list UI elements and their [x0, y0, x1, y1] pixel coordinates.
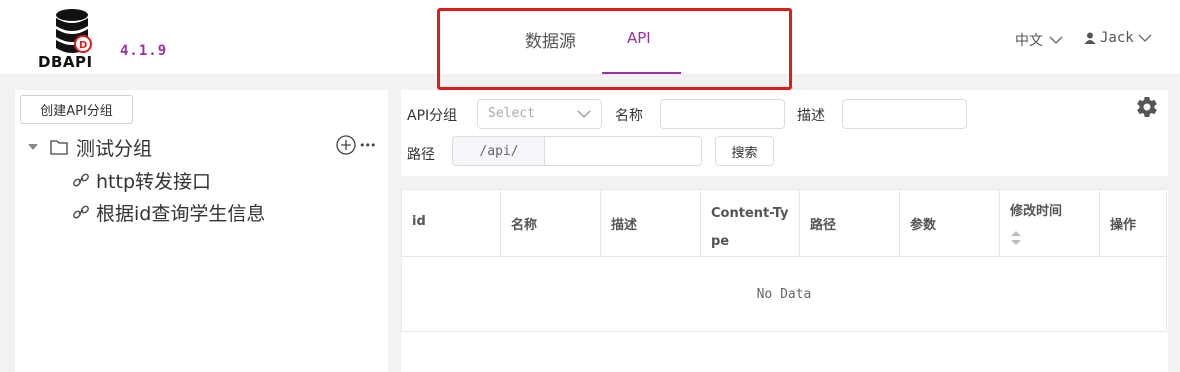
api-item-label: http转发接口: [96, 170, 212, 193]
chevron-down-icon: [1049, 36, 1063, 44]
highlight-annotation-box: [437, 8, 792, 90]
path-input[interactable]: [544, 136, 702, 166]
column-header: 路径: [800, 190, 900, 256]
add-circle-icon[interactable]: [336, 135, 356, 155]
caret-down-icon[interactable]: [28, 144, 38, 150]
table-header: id 名称 描述 Content-Type 路径 参数 修改时间 操作: [402, 190, 1166, 257]
gear-icon[interactable]: [1135, 95, 1159, 119]
api-table-panel: id 名称 描述 Content-Type 路径 参数 修改时间 操作 No D…: [401, 189, 1168, 372]
empty-state: No Data: [756, 286, 812, 302]
api-group-select[interactable]: Select: [477, 99, 602, 129]
path-label: 路径: [407, 147, 435, 163]
tree-group-node[interactable]: 测试分组: [28, 134, 388, 160]
tree-leaf-api[interactable]: 根据id查询学生信息: [72, 199, 265, 225]
link-icon: [73, 173, 89, 187]
column-header: Content-Type: [701, 190, 800, 256]
group-label: 测试分组: [76, 137, 153, 160]
version-label: 4.1.9: [120, 43, 168, 59]
link-icon: [73, 205, 89, 219]
column-header-sortable[interactable]: 修改时间: [1000, 190, 1100, 256]
column-header: 描述: [601, 190, 701, 256]
column-header: 参数: [900, 190, 1000, 256]
language-label: 中文: [1015, 33, 1043, 49]
search-form: API分组 Select 名称 描述 路径 /api/ 搜索: [401, 90, 1168, 176]
chevron-down-icon: [577, 110, 591, 118]
description-label: 描述: [797, 108, 825, 124]
description-input[interactable]: [842, 99, 967, 129]
create-api-group-button[interactable]: 创建API分组: [20, 95, 133, 124]
column-header: id: [402, 190, 501, 256]
name-label: 名称: [615, 108, 643, 124]
user-icon: [1084, 32, 1096, 44]
chevron-down-icon: [1138, 34, 1152, 42]
more-icon[interactable]: •••: [359, 139, 376, 152]
api-group-sidebar: 创建API分组 测试分组 ••• http转发接口 根据id查询学生信息: [15, 90, 388, 372]
search-button[interactable]: 搜索: [715, 136, 774, 166]
folder-icon: [50, 140, 68, 155]
api-table: id 名称 描述 Content-Type 路径 参数 修改时间 操作 No D…: [401, 189, 1167, 332]
name-input[interactable]: [660, 99, 785, 129]
select-placeholder: Select: [488, 106, 535, 121]
svg-text:D: D: [79, 40, 87, 51]
language-switcher[interactable]: 中文: [1015, 30, 1063, 50]
path-prefix: /api/: [452, 136, 545, 166]
logo-text: DBAPI: [38, 53, 93, 71]
group-actions: •••: [336, 135, 376, 155]
tree-leaf-api[interactable]: http转发接口: [72, 167, 211, 193]
api-item-label: 根据id查询学生信息: [96, 202, 266, 225]
sort-icon[interactable]: [1010, 230, 1022, 246]
column-header: 操作: [1110, 218, 1137, 233]
user-menu[interactable]: Jack: [1084, 30, 1152, 46]
api-group-label: API分组: [407, 108, 458, 124]
user-name: Jack: [1100, 30, 1134, 46]
column-header: 名称: [501, 190, 601, 256]
